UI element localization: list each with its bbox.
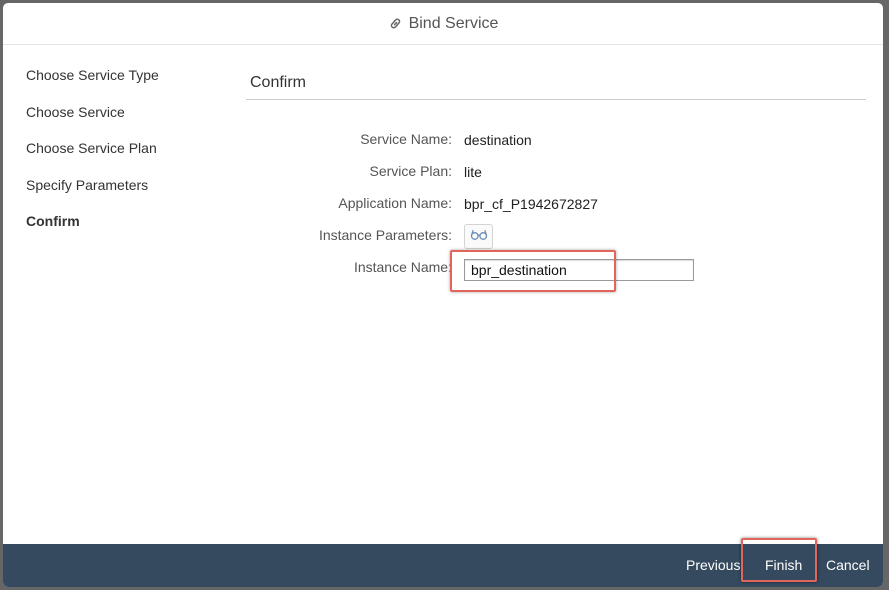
instance-name-label: Instance Name: [353,259,452,275]
step-specify-parameters[interactable]: Specify Parameters [26,177,148,193]
dialog-title: Bind Service [408,14,499,32]
service-name-label: Service Name: [360,131,452,147]
cancel-button[interactable]: Cancel [826,544,870,587]
dialog-footer: Previous Finish Cancel [3,544,883,587]
view-parameters-button[interactable] [464,224,493,249]
step-choose-service[interactable]: Choose Service [26,104,125,120]
step-choose-service-plan[interactable]: Choose Service Plan [26,140,157,156]
glasses-icon [470,228,488,246]
section-title: Confirm [250,74,307,91]
service-name-value: destination [464,132,532,148]
step-choose-service-type[interactable]: Choose Service Type [26,67,159,83]
finish-button[interactable]: Finish [765,544,802,587]
bind-service-dialog: Bind Service Choose Service Type Choose … [3,3,883,587]
application-name-label: Application Name: [338,195,452,211]
previous-button[interactable]: Previous [686,544,740,587]
dialog-header: Bind Service [3,3,883,45]
section-divider [246,99,866,100]
link-icon [388,16,403,31]
service-plan-label: Service Plan: [369,163,452,179]
instance-parameters-label: Instance Parameters: [318,227,452,243]
instance-name-input[interactable] [464,259,694,281]
service-plan-value: lite [464,164,482,180]
step-confirm[interactable]: Confirm [26,213,80,229]
application-name-value: bpr_cf_P1942672827 [464,196,598,212]
